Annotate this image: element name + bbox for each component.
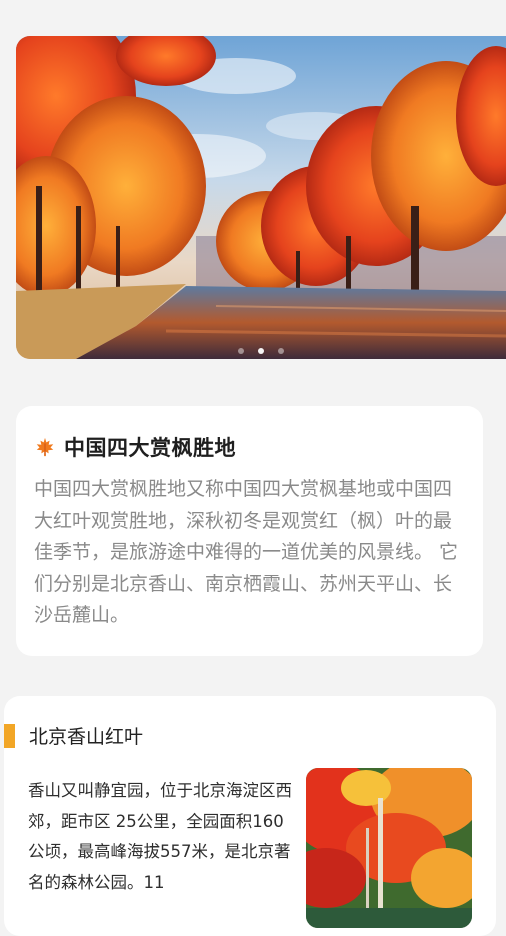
intro-card: 中国四大赏枫胜地 中国四大赏枫胜地又称中国四大赏枫基地或中国四大红叶观赏胜地，深… <box>16 406 483 656</box>
maple-leaf-icon <box>34 436 56 458</box>
intro-header: 中国四大赏枫胜地 <box>34 432 465 462</box>
attraction-card[interactable]: 北京香山红叶 香山又叫静宜园，位于北京海淀区西郊，距市区 25公里，全园面积16… <box>4 696 496 936</box>
intro-description: 中国四大赏枫胜地又称中国四大赏枫基地或中国四大红叶观赏胜地，深秋初冬是观赏红（枫… <box>34 478 459 626</box>
carousel-indicator[interactable] <box>16 348 506 354</box>
banner-image <box>16 36 506 359</box>
carousel-dot[interactable] <box>278 348 284 354</box>
attraction-photo[interactable] <box>306 768 472 928</box>
accent-bar <box>4 723 15 748</box>
attraction-description: 香山又叫静宜园，位于北京海淀区西郊，距市区 25公里，全园面积160公顷，最高峰… <box>28 781 292 892</box>
banner-carousel[interactable] <box>16 36 506 359</box>
attraction-header: 北京香山红叶 <box>4 722 143 749</box>
intro-title: 中国四大赏枫胜地 <box>64 436 236 460</box>
carousel-dot-active[interactable] <box>258 348 264 354</box>
attraction-title: 北京香山红叶 <box>29 726 144 748</box>
carousel-dot[interactable] <box>238 348 244 354</box>
